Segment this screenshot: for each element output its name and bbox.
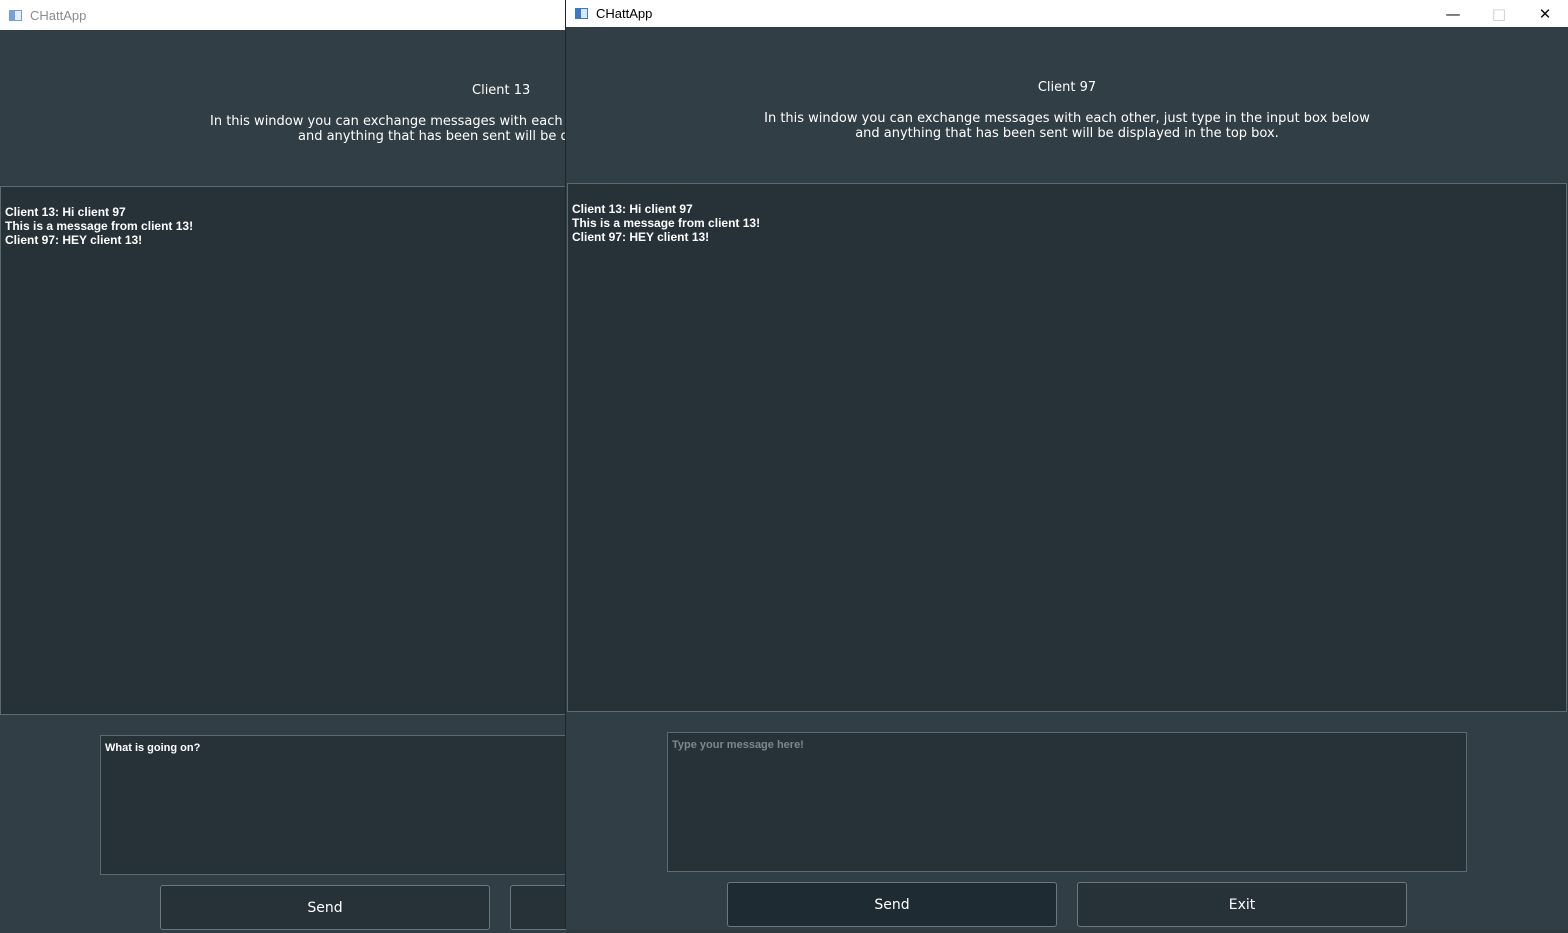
- message-line: Client 97: HEY client 13!: [5, 233, 143, 247]
- description-text: In this window you can exchange messages…: [210, 114, 566, 144]
- close-icon[interactable]: ✕: [1522, 0, 1568, 27]
- exit-button[interactable]: Exit: [1077, 882, 1407, 927]
- description-line-2: and anything that has been sent will be …: [298, 129, 566, 144]
- message-line: This is a message from client 13!: [572, 216, 761, 230]
- description-line-1: In this window you can exchange messages…: [210, 114, 566, 129]
- window-controls: — □ ✕: [1430, 0, 1568, 27]
- message-input[interactable]: Type your message here!: [667, 732, 1467, 872]
- client-name-heading: Client 97: [1037, 80, 1097, 95]
- maximize-icon[interactable]: □: [1476, 0, 1522, 27]
- send-button[interactable]: Send: [160, 885, 490, 930]
- description-line-2: and anything that has been sent will be …: [855, 126, 1279, 141]
- title-bar[interactable]: CHattApp — □ ✕: [566, 0, 1568, 27]
- send-button[interactable]: Send: [727, 882, 1057, 927]
- app-icon: [9, 9, 22, 21]
- window-title: CHattApp: [30, 7, 87, 23]
- minimize-icon[interactable]: —: [1430, 0, 1476, 27]
- message-history-box[interactable]: Client 13: Hi client 97 This is a messag…: [567, 183, 1567, 712]
- message-history-box[interactable]: Client 13: Hi client 97 This is a messag…: [0, 186, 566, 715]
- title-bar[interactable]: CHattApp: [0, 0, 566, 30]
- app-icon: [575, 8, 588, 19]
- message-line: This is a message from client 13!: [5, 219, 194, 233]
- chat-window-client-13[interactable]: CHattApp Client 13 In this window you ca…: [0, 0, 566, 933]
- exit-button[interactable]: [510, 885, 566, 930]
- message-line: Client 97: HEY client 13!: [572, 230, 710, 244]
- chat-window-client-97[interactable]: CHattApp — □ ✕ Client 97 In this window …: [566, 0, 1568, 929]
- window-title: CHattApp: [596, 6, 653, 21]
- description-line-1: In this window you can exchange messages…: [764, 111, 1370, 126]
- message-line: Client 13: Hi client 97: [572, 202, 693, 216]
- message-line: Client 13: Hi client 97: [5, 205, 126, 219]
- description-text: In this window you can exchange messages…: [566, 111, 1568, 141]
- message-input[interactable]: What is going on?: [100, 735, 566, 875]
- client-name-heading: Client 13: [472, 83, 531, 98]
